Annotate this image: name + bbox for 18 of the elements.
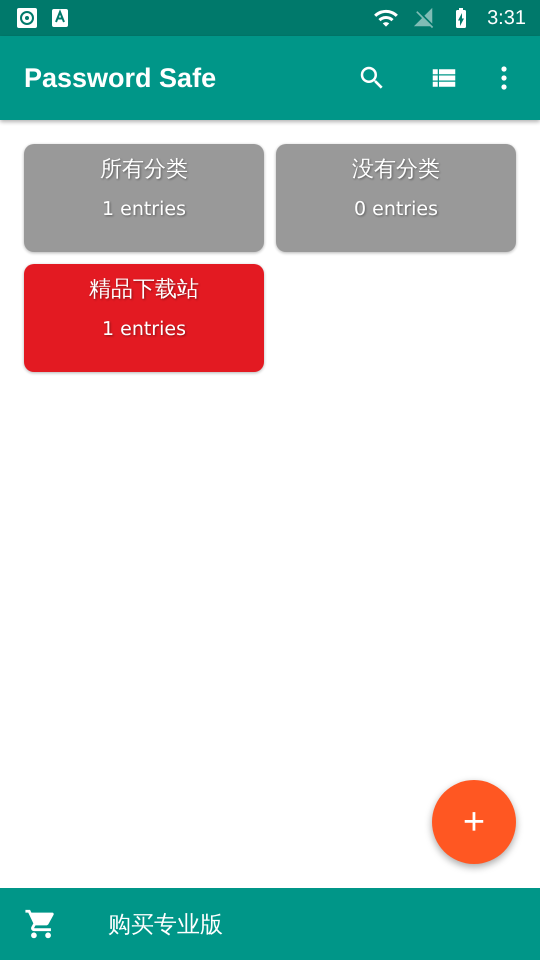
category-name: 精品下载站: [89, 276, 199, 304]
category-card[interactable]: 所有分类 1 entries: [24, 144, 264, 252]
font-icon: [52, 9, 68, 27]
category-name: 所有分类: [100, 156, 188, 184]
category-card[interactable]: 没有分类 0 entries: [276, 144, 516, 252]
safe-icon: [16, 7, 38, 29]
entry-count: 0 entries: [354, 198, 438, 220]
more-icon: [501, 66, 507, 90]
buy-pro-button[interactable]: 购买专业版: [0, 888, 540, 960]
buy-pro-label: 购买专业版: [108, 910, 223, 938]
entry-count: 1 entries: [102, 198, 186, 220]
entry-count: 1 entries: [102, 318, 186, 340]
app-title: Password Safe: [24, 62, 218, 94]
category-name: 没有分类: [352, 156, 440, 184]
category-card[interactable]: 精品下载站 1 entries: [24, 264, 264, 372]
add-button[interactable]: +: [432, 780, 516, 864]
no-sim-icon: [413, 7, 436, 29]
status-time: 3:31: [487, 6, 526, 30]
